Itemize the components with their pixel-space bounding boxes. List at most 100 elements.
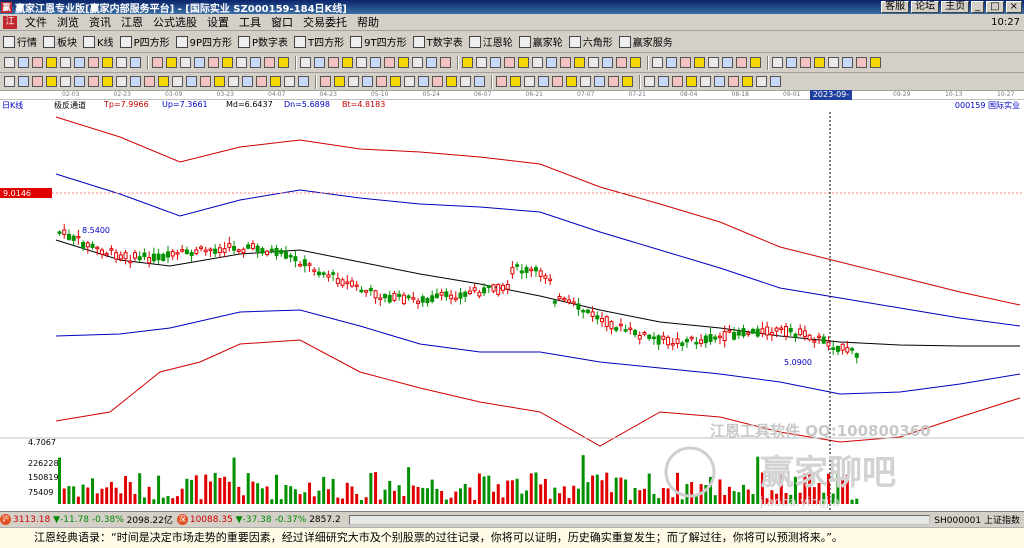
draw-tool-icon[interactable] xyxy=(74,57,85,68)
home-button[interactable]: 主页 xyxy=(941,1,970,13)
analysis-tool-icon[interactable] xyxy=(228,76,239,87)
menu-settings[interactable]: 设置 xyxy=(202,14,234,30)
draw-tool-icon[interactable] xyxy=(440,57,451,68)
analysis-tool-icon[interactable] xyxy=(658,76,669,87)
draw-tool-icon[interactable] xyxy=(842,57,853,68)
draw-tool-icon[interactable] xyxy=(828,57,839,68)
toolbar-button-9[interactable]: 江恩轮 xyxy=(466,33,516,51)
draw-tool-icon[interactable] xyxy=(88,57,99,68)
analysis-tool-icon[interactable] xyxy=(580,76,591,87)
analysis-tool-icon[interactable] xyxy=(102,76,113,87)
analysis-tool-icon[interactable] xyxy=(270,76,281,87)
toolbar-button-10[interactable]: 赢家轮 xyxy=(516,33,566,51)
draw-tool-icon[interactable] xyxy=(462,57,473,68)
analysis-tool-icon[interactable] xyxy=(524,76,535,87)
analysis-tool-icon[interactable] xyxy=(334,76,345,87)
draw-tool-icon[interactable] xyxy=(602,57,613,68)
minimize-button[interactable]: _ xyxy=(971,1,985,13)
draw-tool-icon[interactable] xyxy=(490,57,501,68)
analysis-tool-icon[interactable] xyxy=(4,76,15,87)
sh-index-segment[interactable]: 沪 3113.18 ▼-11.78 -0.38% 2098.22亿 xyxy=(0,513,173,526)
toolbar-button-0[interactable]: 行情 xyxy=(0,33,40,51)
draw-tool-icon[interactable] xyxy=(870,57,881,68)
analysis-tool-icon[interactable] xyxy=(158,76,169,87)
analysis-tool-icon[interactable] xyxy=(88,76,99,87)
analysis-tool-icon[interactable] xyxy=(144,76,155,87)
draw-tool-icon[interactable] xyxy=(800,57,811,68)
draw-tool-icon[interactable] xyxy=(356,57,367,68)
close-button[interactable]: × xyxy=(1005,1,1022,13)
draw-tool-icon[interactable] xyxy=(856,57,867,68)
analysis-tool-icon[interactable] xyxy=(756,76,767,87)
draw-tool-icon[interactable] xyxy=(4,57,15,68)
draw-tool-icon[interactable] xyxy=(666,57,677,68)
analysis-tool-icon[interactable] xyxy=(686,76,697,87)
analysis-tool-icon[interactable] xyxy=(46,76,57,87)
analysis-tool-icon[interactable] xyxy=(728,76,739,87)
draw-tool-icon[interactable] xyxy=(708,57,719,68)
analysis-tool-icon[interactable] xyxy=(460,76,471,87)
draw-tool-icon[interactable] xyxy=(750,57,761,68)
analysis-tool-icon[interactable] xyxy=(18,76,29,87)
analysis-tool-icon[interactable] xyxy=(242,76,253,87)
draw-tool-icon[interactable] xyxy=(588,57,599,68)
analysis-tool-icon[interactable] xyxy=(298,76,309,87)
draw-tool-icon[interactable] xyxy=(222,57,233,68)
menu-help[interactable]: 帮助 xyxy=(352,14,384,30)
analysis-tool-icon[interactable] xyxy=(116,76,127,87)
draw-tool-icon[interactable] xyxy=(772,57,783,68)
analysis-tool-icon[interactable] xyxy=(404,76,415,87)
menu-window[interactable]: 窗口 xyxy=(266,14,298,30)
toolbar-button-2[interactable]: K线 xyxy=(80,33,117,51)
analysis-tool-icon[interactable] xyxy=(510,76,521,87)
analysis-tool-icon[interactable] xyxy=(644,76,655,87)
toolbar-button-3[interactable]: P四方形 xyxy=(117,33,173,51)
analysis-tool-icon[interactable] xyxy=(432,76,443,87)
draw-tool-icon[interactable] xyxy=(328,57,339,68)
draw-tool-icon[interactable] xyxy=(208,57,219,68)
analysis-tool-icon[interactable] xyxy=(214,76,225,87)
service-button[interactable]: 客服 xyxy=(881,1,910,13)
analysis-tool-icon[interactable] xyxy=(320,76,331,87)
draw-tool-icon[interactable] xyxy=(194,57,205,68)
draw-tool-icon[interactable] xyxy=(32,57,43,68)
analysis-tool-icon[interactable] xyxy=(348,76,359,87)
kline-chart[interactable]: 9.0146 8.5400 5.0900 4.7067 226228 150819 7540… xyxy=(0,112,1024,510)
toolbar-button-11[interactable]: 六角形 xyxy=(566,33,616,51)
draw-tool-icon[interactable] xyxy=(504,57,515,68)
horizontal-scrollbar[interactable] xyxy=(348,514,931,525)
draw-tool-icon[interactable] xyxy=(102,57,113,68)
analysis-tool-icon[interactable] xyxy=(622,76,633,87)
toolbar-button-4[interactable]: 9P四方形 xyxy=(173,33,235,51)
draw-tool-icon[interactable] xyxy=(264,57,275,68)
toolbar-button-8[interactable]: T数字表 xyxy=(410,33,466,51)
menu-tools[interactable]: 工具 xyxy=(234,14,266,30)
analysis-tool-icon[interactable] xyxy=(742,76,753,87)
sz-index-segment[interactable]: 深 10088.35 ▼-37.38 -0.37% 2857.2 xyxy=(176,514,341,525)
draw-tool-icon[interactable] xyxy=(630,57,641,68)
draw-tool-icon[interactable] xyxy=(652,57,663,68)
menu-info[interactable]: 资讯 xyxy=(84,14,116,30)
analysis-tool-icon[interactable] xyxy=(256,76,267,87)
draw-tool-icon[interactable] xyxy=(426,57,437,68)
draw-tool-icon[interactable] xyxy=(532,57,543,68)
analysis-tool-icon[interactable] xyxy=(594,76,605,87)
analysis-tool-icon[interactable] xyxy=(362,76,373,87)
analysis-tool-icon[interactable] xyxy=(200,76,211,87)
analysis-tool-icon[interactable] xyxy=(390,76,401,87)
draw-tool-icon[interactable] xyxy=(166,57,177,68)
analysis-tool-icon[interactable] xyxy=(446,76,457,87)
draw-tool-icon[interactable] xyxy=(250,57,261,68)
draw-tool-icon[interactable] xyxy=(384,57,395,68)
draw-tool-icon[interactable] xyxy=(722,57,733,68)
analysis-tool-icon[interactable] xyxy=(700,76,711,87)
forum-button[interactable]: 论坛 xyxy=(911,1,940,13)
draw-tool-icon[interactable] xyxy=(546,57,557,68)
analysis-tool-icon[interactable] xyxy=(474,76,485,87)
draw-tool-icon[interactable] xyxy=(616,57,627,68)
analysis-tool-icon[interactable] xyxy=(770,76,781,87)
draw-tool-icon[interactable] xyxy=(736,57,747,68)
draw-tool-icon[interactable] xyxy=(786,57,797,68)
analysis-tool-icon[interactable] xyxy=(284,76,295,87)
maximize-button[interactable]: □ xyxy=(986,1,1004,13)
